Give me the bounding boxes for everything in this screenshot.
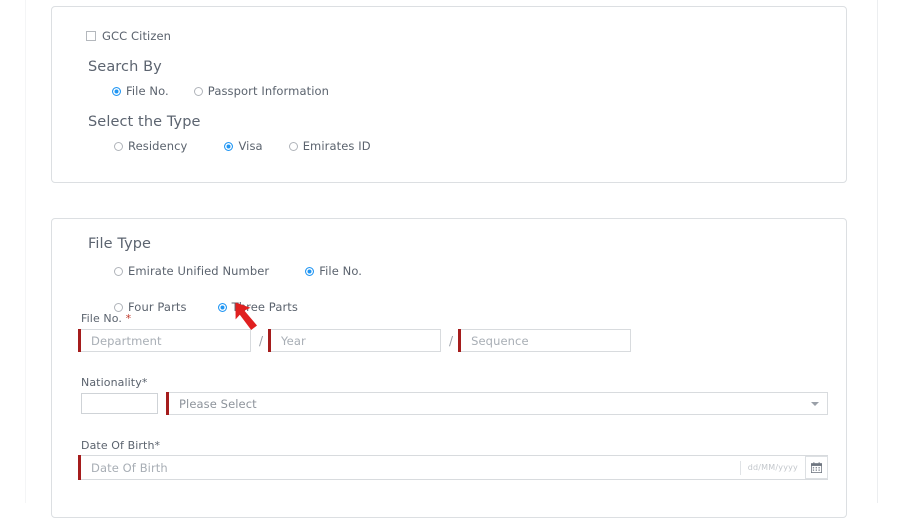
page-left-rule <box>25 0 26 503</box>
file-no-input-row: Department / Year / Sequence <box>78 329 828 352</box>
radio-passport-information-label: Passport Information <box>207 84 330 98</box>
radio-three-parts[interactable]: Three Parts <box>217 300 298 314</box>
gcc-citizen-label: GCC Citizen <box>102 29 172 43</box>
nationality-select[interactable]: Please Select <box>166 392 828 415</box>
date-of-birth-placeholder: Date Of Birth <box>91 460 168 475</box>
radio-passport-information[interactable]: Passport Information <box>193 84 330 98</box>
page-right-rule <box>877 0 878 503</box>
radio-file-no-label: File No. <box>126 84 169 98</box>
department-input-placeholder: Department <box>91 333 162 348</box>
nationality-label: Nationality* <box>81 376 148 389</box>
nationality-row: Please Select <box>81 392 828 415</box>
radio-emirate-unified-number[interactable]: Emirate Unified Number <box>114 264 269 278</box>
file-type-number-radio-group: Emirate Unified Number File No. <box>114 264 828 278</box>
file-type-panel: File Type Emirate Unified Number File No… <box>51 218 847 518</box>
radio-visa[interactable]: Visa <box>224 139 263 153</box>
radio-emirates-id[interactable]: Emirates ID <box>288 139 371 153</box>
radio-file-no[interactable]: File No. <box>112 84 169 98</box>
gcc-citizen-checkbox-row[interactable]: GCC Citizen <box>86 29 828 43</box>
department-input[interactable]: Department <box>78 329 251 352</box>
nationality-flag-slot <box>81 393 158 414</box>
radio-residency-indicator[interactable] <box>114 141 123 151</box>
sequence-input-placeholder: Sequence <box>471 333 529 348</box>
radio-passport-information-indicator[interactable] <box>193 86 203 96</box>
search-criteria-panel: GCC Citizen Search By File No. Passport … <box>51 6 847 183</box>
radio-visa-label: Visa <box>238 139 263 153</box>
radio-file-no-type[interactable]: File No. <box>305 264 362 278</box>
date-of-birth-label: Date Of Birth* <box>81 439 161 452</box>
select-type-heading: Select the Type <box>88 114 201 130</box>
year-input-placeholder: Year <box>281 333 306 348</box>
radio-file-no-indicator[interactable] <box>112 86 121 96</box>
date-of-birth-input[interactable]: Date Of Birth dd/MM/yyyy <box>78 455 828 480</box>
date-of-birth-format-hint: dd/MM/yyyy <box>739 460 798 475</box>
calendar-icon[interactable] <box>805 456 828 479</box>
file-type-heading: File Type <box>88 236 152 252</box>
radio-emirates-id-label: Emirates ID <box>302 139 371 153</box>
file-no-label-text: File No. <box>81 312 126 325</box>
file-no-required-asterisk: * <box>125 312 132 325</box>
radio-residency-label: Residency <box>128 139 188 153</box>
nationality-select-value: Please Select <box>179 396 257 411</box>
radio-four-parts-indicator[interactable] <box>114 302 123 312</box>
radio-emirate-unified-number-indicator[interactable] <box>114 266 123 276</box>
search-by-heading: Search By <box>88 59 162 75</box>
file-no-field-label: File No. * <box>81 312 828 325</box>
search-by-radio-group: File No. Passport Information <box>112 84 828 98</box>
gcc-citizen-checkbox[interactable] <box>86 31 96 41</box>
radio-emirates-id-indicator[interactable] <box>288 141 298 151</box>
radio-four-parts-label: Four Parts <box>128 300 187 314</box>
year-input[interactable]: Year <box>268 329 442 352</box>
radio-file-no-type-label: File No. <box>319 264 363 278</box>
chevron-down-icon[interactable] <box>811 401 819 406</box>
radio-emirate-unified-number-label: Emirate Unified Number <box>128 264 270 278</box>
select-type-radio-group: Residency Visa Emirates ID <box>114 139 828 153</box>
radio-visa-indicator[interactable] <box>224 141 234 151</box>
radio-three-parts-indicator[interactable] <box>217 302 227 312</box>
sequence-input[interactable]: Sequence <box>458 329 632 352</box>
radio-residency[interactable]: Residency <box>114 139 187 153</box>
radio-file-no-type-indicator[interactable] <box>305 266 315 276</box>
radio-three-parts-label: Three Parts <box>231 300 298 314</box>
